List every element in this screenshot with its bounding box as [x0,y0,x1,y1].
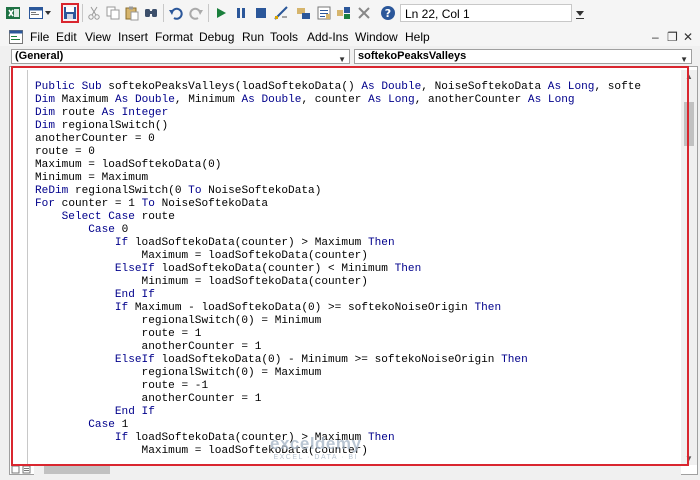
vertical-scroll-thumb[interactable] [684,102,694,146]
code-line[interactable]: If loadSoftekoData(counter) > Maximum Th… [35,237,680,250]
view-toggle-buttons[interactable] [11,464,33,476]
menu-view[interactable]: View [85,29,111,45]
code-line[interactable]: regionalSwitch(0) = Minimum [35,315,680,328]
horizontal-scroll-thumb[interactable] [44,466,110,474]
design-mode-icon[interactable] [273,5,289,21]
code-line[interactable]: ElseIf loadSoftekoData(0) - Minimum >= s… [35,354,680,367]
code-line[interactable]: route = 1 [35,328,680,341]
toolbar-separator [82,4,83,22]
watermark-tagline: EXCEL · DATA · BI [273,454,358,461]
menu-format[interactable]: Format [155,29,193,45]
save-icon[interactable] [61,3,79,23]
code-line[interactable]: Minimum = loadSoftekoData(counter) [35,276,680,289]
run-icon[interactable] [213,5,229,21]
reset-icon[interactable] [253,5,269,21]
code-line[interactable]: ReDim regionalSwitch(0 To NoiseSoftekoDa… [35,185,680,198]
menu-window[interactable]: Window [355,29,398,45]
properties-icon[interactable] [316,5,332,21]
code-line[interactable]: Maximum = loadSoftekoData(counter) [35,250,680,263]
menu-edit[interactable]: Edit [56,29,77,45]
chevron-down-icon[interactable] [44,5,52,21]
code-line[interactable]: For counter = 1 To NoiseSoftekoData [35,198,680,211]
undo-icon[interactable] [168,5,184,21]
cursor-position-status: Ln 22, Col 1 [400,4,572,22]
code-line[interactable]: Maximum = loadSoftekoData(0) [35,159,680,172]
find-icon[interactable] [143,5,159,21]
procedure-dropdown-value: softekoPeaksValleys [358,50,467,62]
vertical-scrollbar[interactable]: ▲ ▼ [681,70,697,465]
code-line[interactable]: anotherCounter = 0 [35,133,680,146]
code-line[interactable]: If Maximum - loadSoftekoData(0) >= softe… [35,302,680,315]
toolbar-separator [163,4,164,22]
code-line[interactable]: anotherCounter = 1 [35,341,680,354]
toolbar-separator [208,4,209,22]
code-editor[interactable]: Public Sub softekoPeaksValleys(loadSofte… [35,81,680,459]
code-line[interactable]: route = 0 [35,146,680,159]
menu-run[interactable]: Run [242,29,264,45]
object-dropdown[interactable]: (General) ▼ [11,49,350,64]
code-line[interactable]: Public Sub softekoPeaksValleys(loadSofte… [35,81,680,94]
svg-text:?: ? [385,7,391,20]
menu-debug[interactable]: Debug [199,29,234,45]
code-line[interactable]: End If [35,289,680,302]
menu-bar: File Edit View Insert Format Debug Run T… [0,28,700,46]
paste-icon[interactable] [124,5,140,21]
standard-toolbar: ? Ln 22, Col 1 [0,0,700,28]
code-line[interactable]: Minimum = Maximum [35,172,680,185]
watermark: exceldemy EXCEL · DATA · BI [270,434,361,461]
code-line[interactable]: Case 1 [35,419,680,432]
insert-module-icon[interactable] [28,5,44,21]
code-line[interactable]: Dim route As Integer [35,107,680,120]
scroll-down-icon[interactable]: ▼ [685,454,693,463]
toolbar-options-icon[interactable] [576,11,584,16]
code-window-combos: (General) ▼ softekoPeaksValleys ▼ [0,46,700,66]
toolbar-options-line [576,18,584,19]
close-icon[interactable]: ✕ [683,29,693,45]
code-line[interactable]: Case 0 [35,224,680,237]
watermark-logo: exceldemy [270,434,362,453]
scroll-up-icon[interactable]: ▲ [685,72,693,81]
code-line[interactable]: regionalSwitch(0) = Maximum [35,367,680,380]
code-line[interactable]: End If [35,406,680,419]
code-window-icon[interactable] [8,29,24,45]
code-line[interactable]: Dim regionalSwitch() [35,120,680,133]
menu-insert[interactable]: Insert [118,29,148,45]
menu-tools[interactable]: Tools [270,29,298,45]
restore-icon[interactable]: ❐ [667,29,678,45]
code-line[interactable]: ElseIf loadSoftekoData(counter) < Minimu… [35,263,680,276]
copy-icon[interactable] [105,5,121,21]
code-line[interactable]: route = -1 [35,380,680,393]
project-explorer-icon[interactable] [296,5,312,21]
minimize-icon[interactable]: – [652,29,659,45]
code-line[interactable]: anotherCounter = 1 [35,393,680,406]
margin-indicator-bar[interactable] [27,70,28,466]
help-icon[interactable]: ? [380,5,396,21]
redo-icon[interactable] [188,5,204,21]
object-dropdown-value: (General) [15,50,64,62]
object-browser-icon[interactable] [336,5,352,21]
horizontal-scrollbar[interactable] [34,464,681,476]
menu-help[interactable]: Help [405,29,430,45]
menu-file[interactable]: File [30,29,49,45]
chevron-down-icon: ▼ [338,55,346,64]
toolbox-icon[interactable] [356,5,372,21]
code-line[interactable]: Dim Maximum As Double, Minimum As Double… [35,94,680,107]
chevron-down-icon: ▼ [680,55,688,64]
break-icon[interactable] [233,5,249,21]
code-line[interactable]: Select Case route [35,211,680,224]
menu-add-ins[interactable]: Add-Ins [307,29,348,45]
cut-icon[interactable] [86,5,102,21]
excel-icon[interactable] [5,5,21,21]
procedure-dropdown[interactable]: softekoPeaksValleys ▼ [354,49,692,64]
